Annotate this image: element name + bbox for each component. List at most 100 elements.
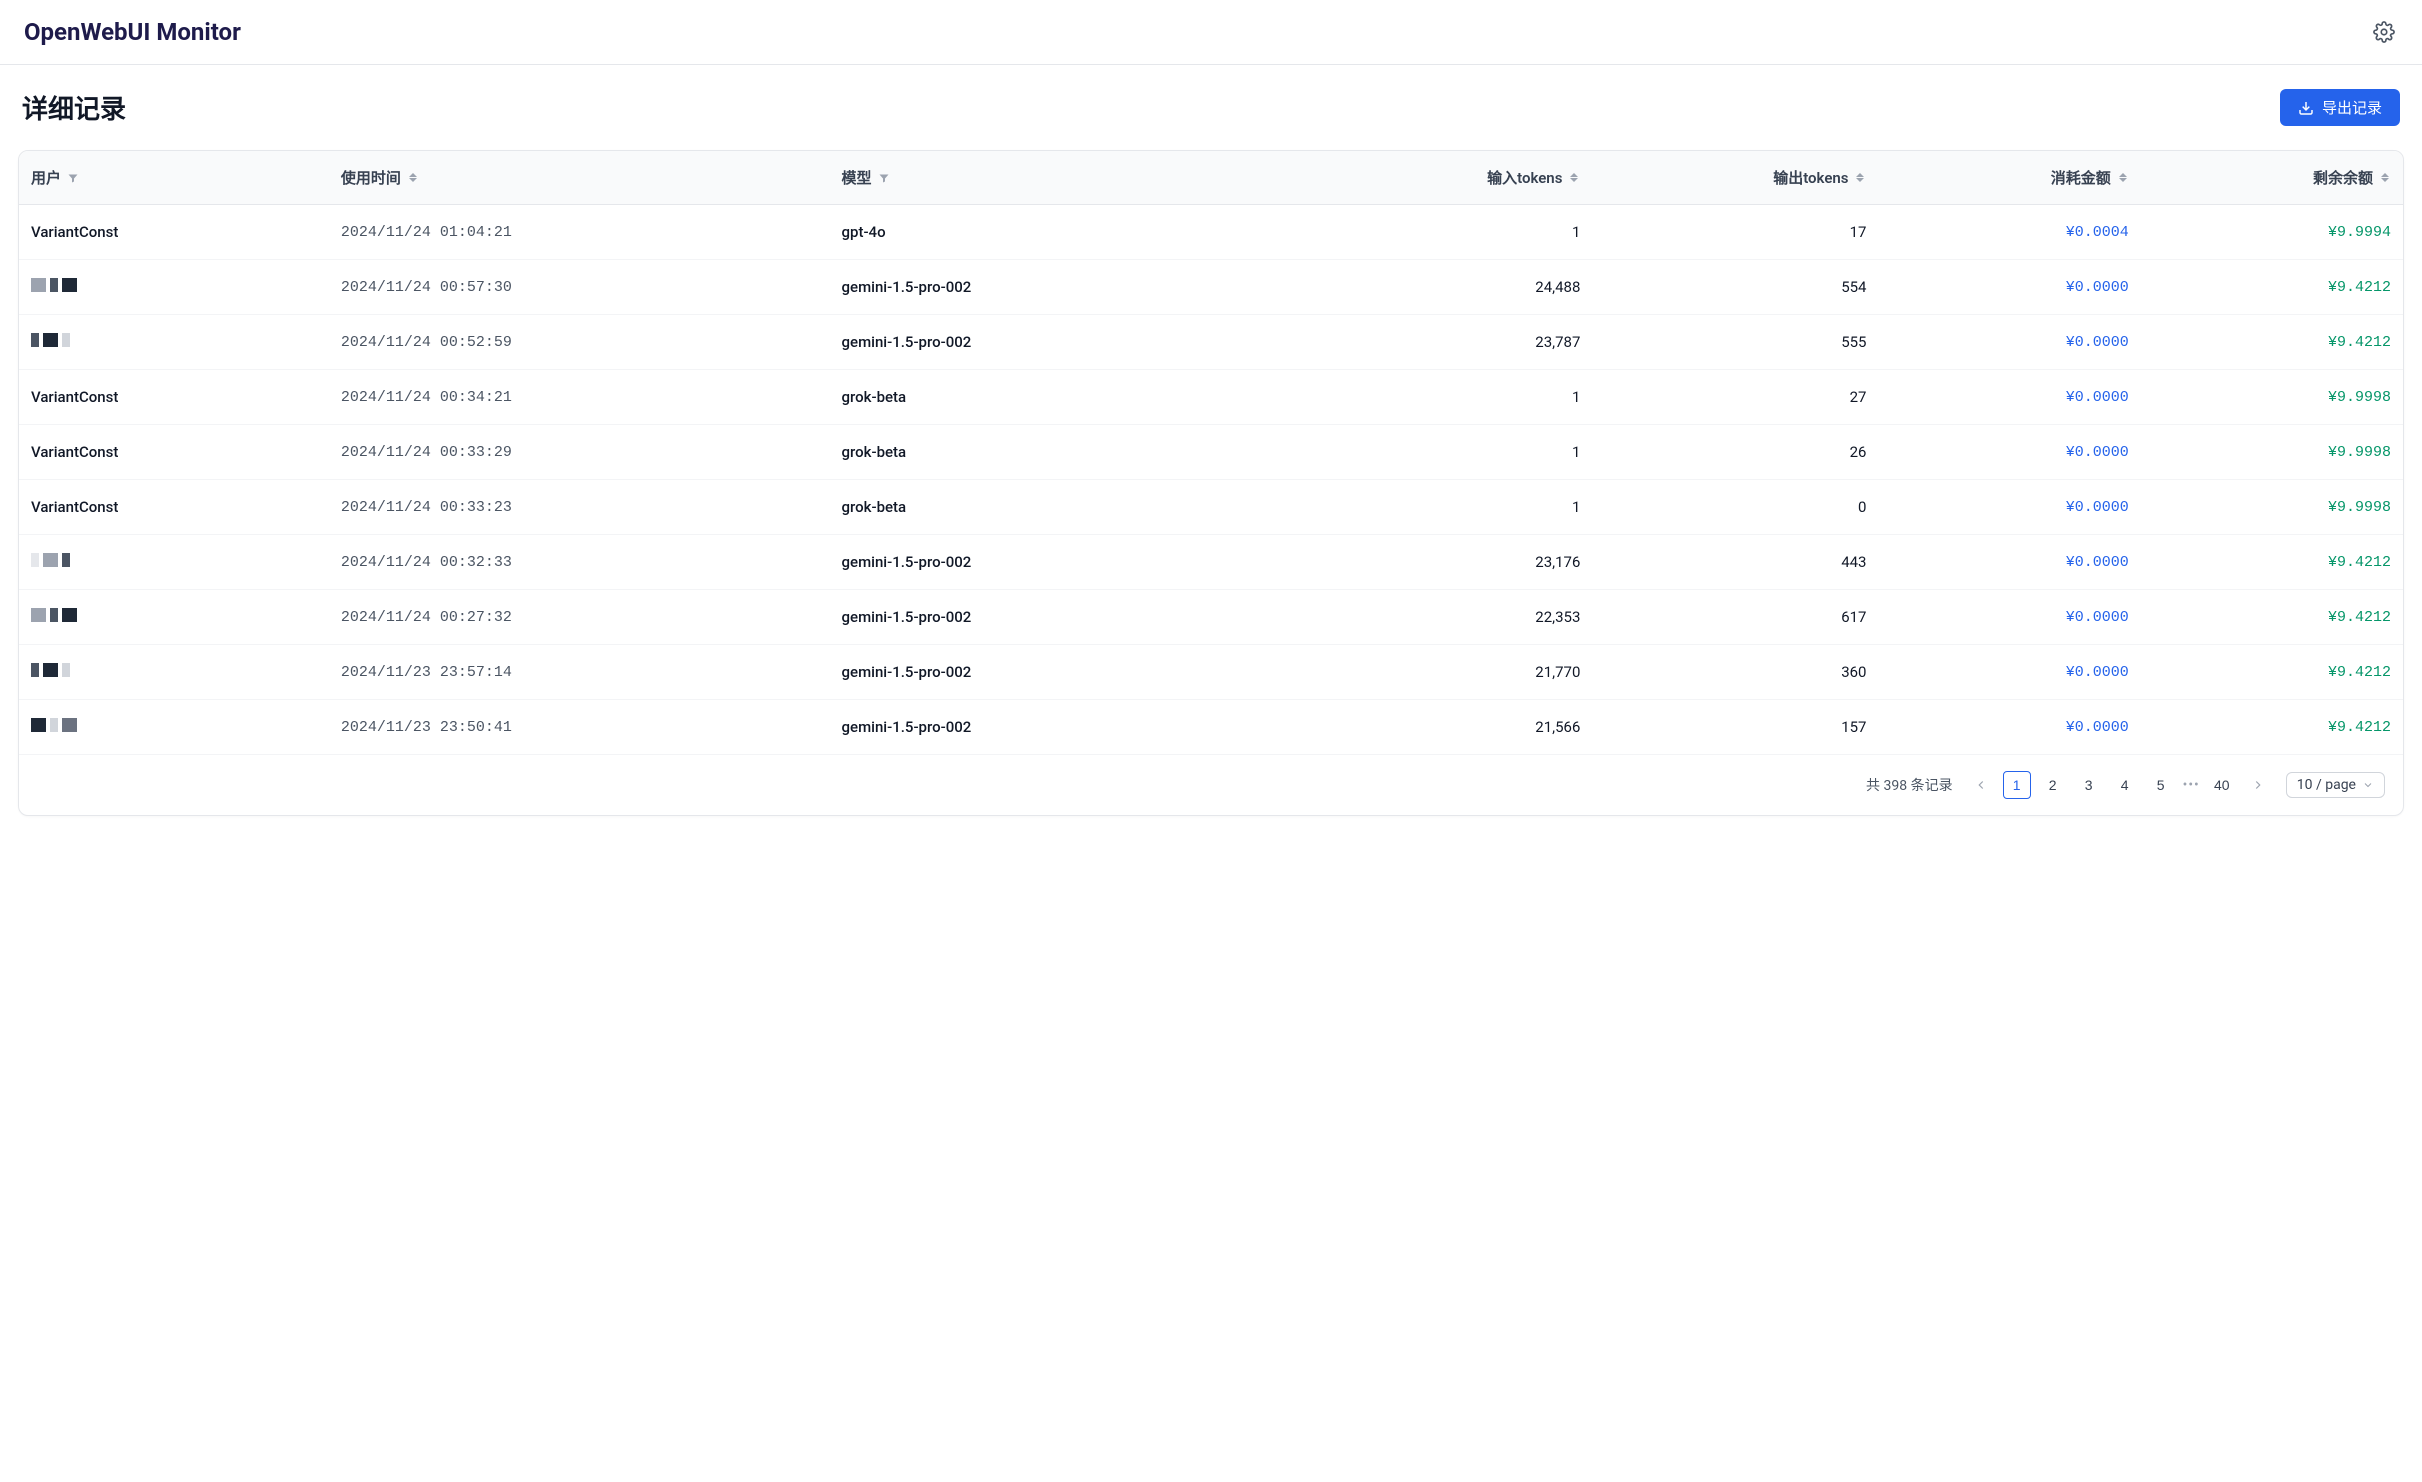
col-header-model[interactable]: 模型 xyxy=(830,151,1307,205)
cell-time: 2024/11/24 00:33:23 xyxy=(329,480,830,535)
col-header-balance[interactable]: 剩余余额 xyxy=(2141,151,2403,205)
page-number-button[interactable]: 4 xyxy=(2111,771,2139,799)
col-header-output-tokens[interactable]: 输出tokens xyxy=(1592,151,1878,205)
table-row[interactable]: VariantConst2024/11/24 01:04:21gpt-4o117… xyxy=(19,205,2403,260)
cell-time: 2024/11/24 00:32:33 xyxy=(329,535,830,590)
redacted-user xyxy=(31,663,70,677)
cell-user xyxy=(19,535,329,590)
cell-balance: ¥9.4212 xyxy=(2141,260,2403,315)
cell-input-tokens: 1 xyxy=(1306,480,1592,535)
cell-input-tokens: 1 xyxy=(1306,370,1592,425)
cell-user xyxy=(19,700,329,755)
cell-input-tokens: 24,488 xyxy=(1306,260,1592,315)
cell-time: 2024/11/23 23:50:41 xyxy=(329,700,830,755)
cell-model: gemini-1.5-pro-002 xyxy=(830,535,1307,590)
total-records-text: 共 398 条记录 xyxy=(1866,775,1953,795)
brand-title[interactable]: OpenWebUI Monitor xyxy=(24,18,241,46)
table-row[interactable]: VariantConst2024/11/24 00:34:21grok-beta… xyxy=(19,370,2403,425)
cell-time: 2024/11/23 23:57:14 xyxy=(329,645,830,700)
next-page-button[interactable] xyxy=(2244,771,2272,799)
col-header-cost[interactable]: 消耗金额 xyxy=(1878,151,2140,205)
cell-cost: ¥0.0004 xyxy=(1878,205,2140,260)
redacted-user xyxy=(31,553,70,567)
table-row[interactable]: 2024/11/24 00:57:30gemini-1.5-pro-00224,… xyxy=(19,260,2403,315)
cell-balance: ¥9.4212 xyxy=(2141,700,2403,755)
table-row[interactable]: 2024/11/23 23:57:14gemini-1.5-pro-00221,… xyxy=(19,645,2403,700)
cell-model: gemini-1.5-pro-002 xyxy=(830,260,1307,315)
export-button[interactable]: 导出记录 xyxy=(2280,89,2400,126)
cell-cost: ¥0.0000 xyxy=(1878,260,2140,315)
page-number-button[interactable]: 3 xyxy=(2075,771,2103,799)
sort-icon[interactable] xyxy=(1568,172,1580,184)
cell-output-tokens: 26 xyxy=(1592,425,1878,480)
table-row[interactable]: 2024/11/24 00:52:59gemini-1.5-pro-00223,… xyxy=(19,315,2403,370)
col-label-input: 输入tokens xyxy=(1487,167,1562,188)
table-row[interactable]: VariantConst2024/11/24 00:33:23grok-beta… xyxy=(19,480,2403,535)
cell-model: gemini-1.5-pro-002 xyxy=(830,700,1307,755)
col-label-cost: 消耗金额 xyxy=(2051,167,2111,188)
page-number-button[interactable]: 1 xyxy=(2003,771,2031,799)
page-header: 详细记录 导出记录 xyxy=(18,89,2404,126)
settings-button[interactable] xyxy=(2370,18,2398,46)
cell-user: VariantConst xyxy=(19,205,329,260)
cell-time: 2024/11/24 01:04:21 xyxy=(329,205,830,260)
cell-cost: ¥0.0000 xyxy=(1878,480,2140,535)
export-label: 导出记录 xyxy=(2322,97,2382,118)
col-label-output: 输出tokens xyxy=(1773,167,1848,188)
cell-cost: ¥0.0000 xyxy=(1878,535,2140,590)
cell-input-tokens: 23,176 xyxy=(1306,535,1592,590)
chevron-down-icon xyxy=(2362,779,2374,791)
filter-icon[interactable] xyxy=(878,172,890,184)
cell-time: 2024/11/24 00:27:32 xyxy=(329,590,830,645)
cell-model: gpt-4o xyxy=(830,205,1307,260)
sort-icon[interactable] xyxy=(1854,172,1866,184)
cell-cost: ¥0.0000 xyxy=(1878,700,2140,755)
table-row[interactable]: VariantConst2024/11/24 00:33:29grok-beta… xyxy=(19,425,2403,480)
filter-icon[interactable] xyxy=(67,172,79,184)
cell-input-tokens: 1 xyxy=(1306,205,1592,260)
cell-input-tokens: 21,770 xyxy=(1306,645,1592,700)
page-number-button[interactable]: 5 xyxy=(2147,771,2175,799)
cell-balance: ¥9.9994 xyxy=(2141,205,2403,260)
prev-page-button[interactable] xyxy=(1967,771,1995,799)
table-row[interactable]: 2024/11/23 23:50:41gemini-1.5-pro-00221,… xyxy=(19,700,2403,755)
cell-model: grok-beta xyxy=(830,425,1307,480)
redacted-user xyxy=(31,718,77,732)
page-size-label: 10 / page xyxy=(2297,777,2356,793)
cell-cost: ¥0.0000 xyxy=(1878,645,2140,700)
chevron-left-icon xyxy=(1974,778,1988,792)
page-number-button[interactable]: 2 xyxy=(2039,771,2067,799)
col-header-input-tokens[interactable]: 输入tokens xyxy=(1306,151,1592,205)
chevron-right-icon xyxy=(2251,778,2265,792)
cell-input-tokens: 22,353 xyxy=(1306,590,1592,645)
sort-icon[interactable] xyxy=(407,172,419,184)
cell-output-tokens: 443 xyxy=(1592,535,1878,590)
cell-output-tokens: 617 xyxy=(1592,590,1878,645)
table-row[interactable]: 2024/11/24 00:27:32gemini-1.5-pro-00222,… xyxy=(19,590,2403,645)
cell-output-tokens: 157 xyxy=(1592,700,1878,755)
cell-balance: ¥9.4212 xyxy=(2141,315,2403,370)
content-area: 详细记录 导出记录 用户 xyxy=(0,65,2422,840)
table-row[interactable]: 2024/11/24 00:32:33gemini-1.5-pro-00223,… xyxy=(19,535,2403,590)
col-label-user: 用户 xyxy=(31,167,61,188)
page-size-select[interactable]: 10 / page xyxy=(2286,772,2385,798)
page-title: 详细记录 xyxy=(22,89,126,126)
cell-balance: ¥9.9998 xyxy=(2141,480,2403,535)
cell-balance: ¥9.9998 xyxy=(2141,370,2403,425)
cell-balance: ¥9.4212 xyxy=(2141,590,2403,645)
pager-ellipsis[interactable]: ••• xyxy=(2183,777,2200,793)
sort-icon[interactable] xyxy=(2117,172,2129,184)
records-table: 用户 使用时间 模型 xyxy=(19,151,2403,754)
cell-model: grok-beta xyxy=(830,370,1307,425)
col-header-user[interactable]: 用户 xyxy=(19,151,329,205)
last-page-button[interactable]: 40 xyxy=(2208,771,2236,799)
col-header-time[interactable]: 使用时间 xyxy=(329,151,830,205)
cell-model: grok-beta xyxy=(830,480,1307,535)
topbar: OpenWebUI Monitor xyxy=(0,0,2422,65)
cell-time: 2024/11/24 00:57:30 xyxy=(329,260,830,315)
cell-user xyxy=(19,590,329,645)
redacted-user xyxy=(31,278,77,292)
col-label-balance: 剩余余额 xyxy=(2313,167,2373,188)
cell-output-tokens: 360 xyxy=(1592,645,1878,700)
sort-icon[interactable] xyxy=(2379,172,2391,184)
